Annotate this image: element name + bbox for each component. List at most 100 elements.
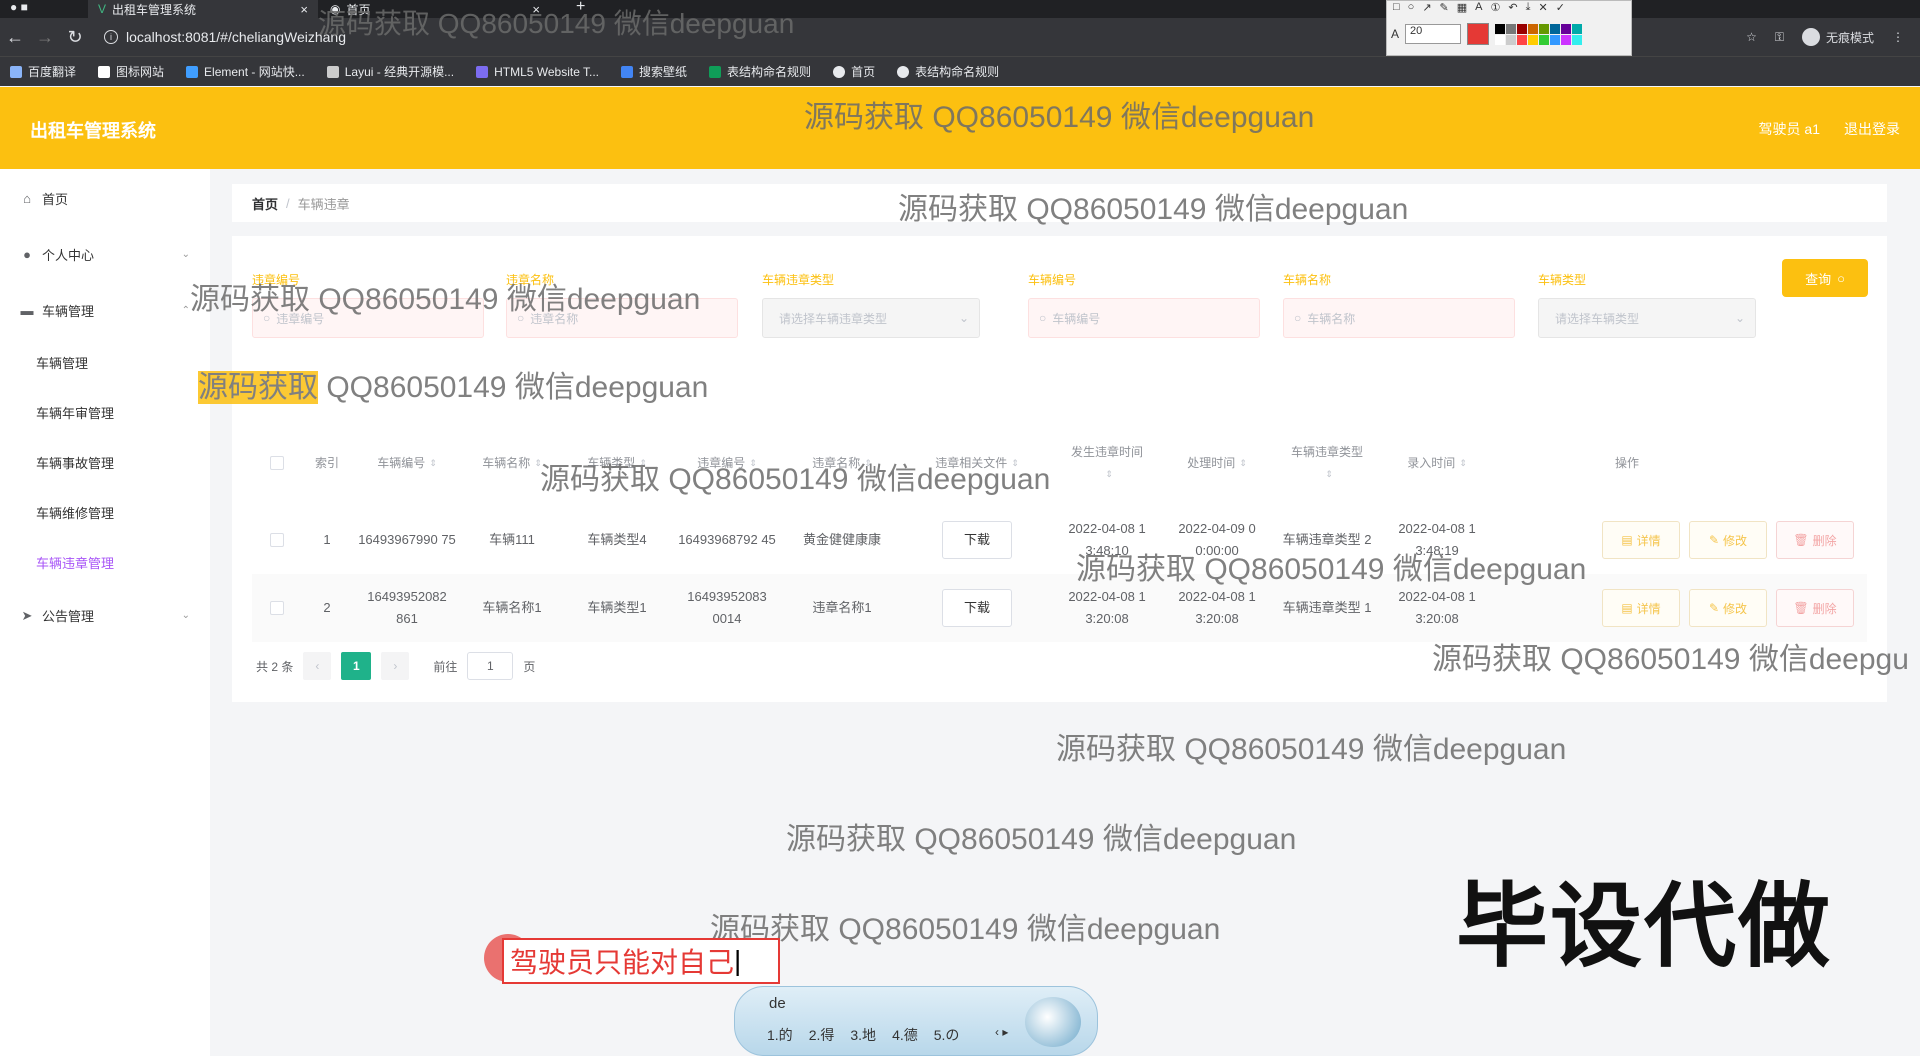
bookmark[interactable]: Layui - 经典开源模... — [326, 63, 454, 80]
bookmark[interactable]: HTML5 Website T... — [476, 65, 599, 79]
key-icon[interactable]: ⚿ — [1775, 30, 1784, 45]
goto-page-input[interactable]: 1 — [467, 652, 514, 680]
arrow-tool-icon[interactable]: ↗ — [1422, 1, 1431, 15]
sidebar-item-vehicles[interactable]: ▬ 车辆管理 ⌃ — [20, 301, 191, 320]
ime-candidate[interactable]: 3.地 — [850, 1025, 876, 1045]
url-text: localhost:8081/#/cheliangWeizhang — [126, 29, 347, 45]
save-icon[interactable]: ⤓ — [1526, 1, 1531, 15]
ime-candidate[interactable]: 2.得 — [809, 1025, 835, 1045]
search-icon: ○ — [1837, 270, 1845, 286]
mosaic-tool-icon[interactable]: ▦ — [1457, 1, 1467, 15]
rect-tool-icon[interactable]: □ — [1393, 1, 1400, 15]
sidebar-sub-accidents[interactable]: 车辆事故管理 — [36, 453, 114, 472]
text-tool-icon[interactable]: A — [1475, 1, 1482, 15]
undo-icon[interactable]: ↶ — [1508, 1, 1517, 15]
info-icon[interactable]: i — [104, 30, 118, 44]
search-icon: ○ — [1039, 311, 1047, 325]
back-icon[interactable]: ← — [0, 27, 30, 48]
sidebar-item-profile[interactable]: ● 个人中心 ⌄ — [20, 245, 190, 264]
color-palette[interactable] — [1495, 23, 1583, 45]
cell-vio-no: 16493968792 45 — [678, 532, 776, 547]
cell-file: 下载 — [902, 574, 1052, 642]
download-button[interactable]: 下载 — [942, 521, 1012, 559]
logout-link[interactable]: 退出登录 — [1844, 119, 1900, 139]
download-button[interactable]: 下载 — [942, 589, 1012, 627]
bookmark[interactable]: 图标网站 — [98, 63, 164, 80]
confirm-icon[interactable]: ✓ — [1556, 1, 1565, 15]
watermark: 源码获取 QQ86050149 微信deepguan — [1076, 553, 1587, 586]
sidebar-sub-vehicle-manage[interactable]: 车辆管理 — [36, 353, 88, 372]
annotation-text-box[interactable]: 驾驶员只能对自己 | — [502, 938, 780, 984]
window-menu-icon[interactable]: ● ■ — [10, 0, 28, 14]
sidebar-sub-violations[interactable]: 车辆违章管理 — [36, 553, 114, 572]
font-size-select[interactable]: 20 — [1405, 24, 1462, 44]
more-icon[interactable]: ⋮ — [1892, 30, 1904, 44]
font-icon: A — [1391, 27, 1400, 41]
number-tool-icon[interactable]: ① — [1491, 1, 1501, 15]
star-icon[interactable]: ☆ — [1746, 30, 1757, 44]
close-icon[interactable]: ✕ — [1538, 1, 1547, 15]
delete-button[interactable]: 🗑 删除 — [1776, 521, 1854, 559]
pen-tool-icon[interactable]: ✎ — [1440, 1, 1449, 15]
car-type-select[interactable]: 请选择车辆类型 ⌄ — [1538, 298, 1756, 338]
url-field[interactable]: i localhost:8081/#/cheliangWeizhang — [104, 29, 346, 45]
vio-type-select[interactable]: 请选择车辆违章类型 ⌄ — [762, 298, 980, 338]
incognito-icon — [1801, 28, 1820, 46]
breadcrumb-separator: / — [286, 195, 290, 211]
column-header[interactable]: 车辆编号 ⇕ — [352, 420, 462, 506]
ime-candidate[interactable]: 5.の — [934, 1025, 960, 1045]
breadcrumb-home[interactable]: 首页 — [252, 194, 278, 213]
column-header[interactable]: 发生违章时间 ⇕ — [1052, 420, 1162, 506]
edit-button[interactable]: ✎ 修改 — [1689, 589, 1767, 627]
watermark-highlighted: 源码获取 QQ86050149 微信deepguan — [198, 371, 709, 404]
column-header[interactable]: 车辆违章类型 ⇕ — [1272, 420, 1382, 506]
browser-tab-bar: ● ■ V 出租车管理系统 × ◉ 首页 × + — [0, 0, 1920, 18]
sidebar-item-notices[interactable]: ➤ 公告管理 ⌄ — [20, 606, 190, 625]
bookmark[interactable]: Element - 网站快... — [186, 63, 305, 80]
bookmark-icon — [897, 65, 910, 78]
ime-candidate[interactable]: 1.的 — [767, 1025, 793, 1045]
bookmark[interactable]: 表结构命名规则 — [897, 63, 999, 80]
current-color-swatch[interactable] — [1467, 23, 1490, 45]
reload-icon[interactable]: ↻ — [60, 27, 90, 48]
text-caret: | — [734, 945, 742, 976]
row-checkbox[interactable] — [252, 574, 302, 642]
incognito-indicator[interactable]: 无痕模式 — [1801, 28, 1874, 46]
watermark: 源码获取 QQ86050149 微信deepguan — [804, 101, 1315, 134]
car-no-input[interactable]: ○ 车辆编号 — [1028, 298, 1260, 338]
sidebar-sub-repairs[interactable]: 车辆维修管理 — [36, 503, 114, 522]
ime-candidate[interactable]: 4.德 — [892, 1025, 918, 1045]
ellipse-tool-icon[interactable]: ○ — [1408, 1, 1415, 15]
sidebar-item-home[interactable]: ⌂ 首页 — [20, 189, 190, 208]
prev-page-button[interactable]: ‹ — [303, 652, 332, 680]
column-header[interactable]: 处理时间 ⇕ — [1162, 420, 1272, 506]
bookmark[interactable]: 首页 — [833, 63, 875, 80]
forward-icon[interactable]: → — [30, 27, 60, 48]
search-button[interactable]: 查询 ○ — [1782, 259, 1868, 297]
bookmark[interactable]: 搜索壁纸 — [621, 63, 687, 80]
select-all-checkbox[interactable] — [252, 420, 302, 506]
close-tab-icon[interactable]: × — [300, 2, 308, 17]
column-header[interactable]: 录入时间 ⇕ — [1382, 420, 1492, 506]
page-suffix: 页 — [523, 659, 536, 674]
detail-button[interactable]: ▤ 详情 — [1602, 521, 1680, 559]
chevron-down-icon: ⌄ — [958, 311, 969, 325]
row-checkbox[interactable] — [252, 506, 302, 574]
ime-page-arrows-icon[interactable]: ‹ ▸ — [995, 1025, 1008, 1039]
bookmark[interactable]: 表结构命名规则 — [709, 63, 811, 80]
next-page-button[interactable]: › — [381, 652, 410, 680]
annotation-tools: □ ○ ↗ ✎ ▦ A ① ↶ ⤓ ✕ ✓ — [1387, 1, 1631, 15]
browser-tab-active[interactable]: V 出租车管理系统 × — [88, 0, 318, 18]
delete-button[interactable]: 🗑 删除 — [1776, 589, 1854, 627]
sidebar-sub-annual-review[interactable]: 车辆年审管理 — [36, 403, 114, 422]
detail-button[interactable]: ▤ 详情 — [1602, 589, 1680, 627]
document-icon: ▤ — [1621, 601, 1633, 615]
filter-label-car-type: 车辆类型 — [1538, 273, 1587, 287]
watermark: 源码获取 QQ86050149 微信deepguan — [318, 8, 795, 39]
address-bar-row: ← → ↻ i localhost:8081/#/cheliangWeizhan… — [0, 18, 1920, 56]
edit-button[interactable]: ✎ 修改 — [1689, 521, 1767, 559]
page-number-active[interactable]: 1 — [341, 652, 372, 680]
car-name-input[interactable]: ○ 车辆名称 — [1283, 298, 1515, 338]
bookmark[interactable]: 百度翻译 — [10, 63, 76, 80]
home-icon: ⌂ — [23, 191, 31, 206]
